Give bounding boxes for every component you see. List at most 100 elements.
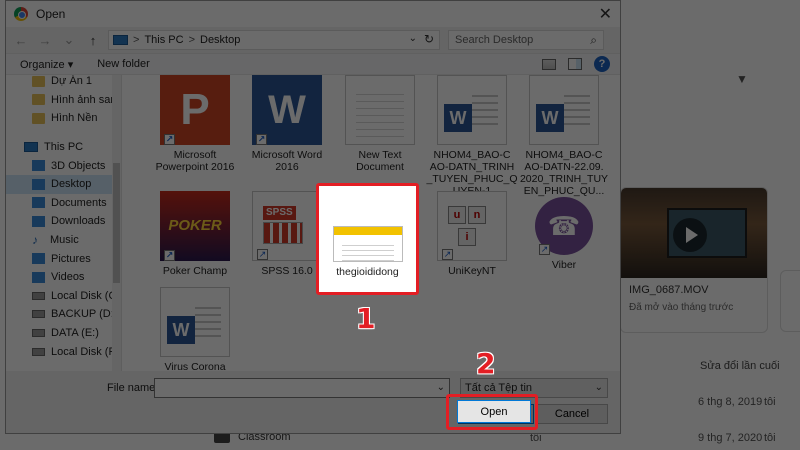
- help-icon[interactable]: ?: [594, 56, 610, 72]
- partial-card: [780, 270, 800, 332]
- caret-down-icon: ▼: [736, 72, 748, 86]
- column-header: Sửa đổi lần cuối: [700, 360, 780, 372]
- sidebar-item[interactable]: 3D Objects: [6, 156, 121, 175]
- open-dialog: Open ✕ ← → ⌄ ↑ > This PC > Desktop ⌄ ↻ S…: [5, 0, 621, 434]
- file-type-select[interactable]: Tất cả Tệp tin ⌄: [460, 378, 608, 398]
- word-icon: W ↗: [252, 75, 322, 145]
- sidebar-item[interactable]: Dự Án 1: [6, 75, 121, 91]
- file-item[interactable]: POKER ↗ Poker Champ: [149, 191, 241, 277]
- sidebar-item-label: Desktop: [51, 178, 92, 191]
- text-document-icon: [345, 75, 415, 145]
- sidebar-item[interactable]: Documents: [6, 194, 121, 213]
- sidebar-item[interactable]: ♪ Music: [6, 231, 121, 250]
- sidebar-item-label: Pictures: [51, 252, 91, 265]
- sidebar-item[interactable]: Desktop: [6, 174, 121, 194]
- organize-button[interactable]: Organize ▾: [20, 58, 73, 71]
- unikey-icon: u n i ↗: [437, 191, 507, 261]
- sidebar-item[interactable]: Local Disk (F:): [6, 342, 121, 361]
- close-button[interactable]: ✕: [599, 4, 612, 24]
- file-name: Microsoft Powerpoint 2016: [155, 149, 235, 173]
- poker-icon: POKER ↗: [160, 191, 230, 261]
- up-button[interactable]: ↑: [84, 31, 102, 49]
- dialog-body: Dự Án 1 Hình ảnh santiag Hình Nền This PC 3D…: [6, 75, 620, 371]
- file-item[interactable]: ☎ ↗ Viber: [518, 191, 610, 271]
- sidebar-item[interactable]: Downloads: [6, 212, 121, 231]
- file-name-label: File name:: [107, 382, 159, 394]
- address-bar[interactable]: > This PC > Desktop ⌄ ↻: [108, 30, 440, 50]
- open-button-highlighted[interactable]: Open: [457, 400, 531, 423]
- sidebar-item[interactable]: Videos: [6, 268, 121, 287]
- cancel-button[interactable]: Cancel: [536, 404, 608, 424]
- dialog-title: Open: [36, 7, 66, 21]
- file-item[interactable]: New Text Document: [334, 75, 426, 173]
- breadcrumb-desktop[interactable]: Desktop: [200, 34, 240, 46]
- new-folder-button[interactable]: New folder: [97, 58, 150, 70]
- word-document-icon: W: [160, 287, 230, 357]
- file-item[interactable]: P ↗ Microsoft Powerpoint 2016: [149, 75, 241, 173]
- sidebar-item[interactable]: Hình ảnh santiag: [6, 91, 121, 110]
- file-name: UniKeyNT: [448, 265, 496, 277]
- file-name: NHOM4_BAO-C AO-DATN-22.09. 2020_TRINH_TU…: [519, 149, 609, 197]
- shortcut-arrow-icon: ↗: [164, 134, 175, 145]
- sidebar-item-label: This PC: [44, 141, 84, 154]
- computer-icon: [24, 142, 38, 153]
- desktop-icon: [32, 178, 45, 190]
- sidebar-item[interactable]: DATA (E:): [6, 324, 121, 343]
- navigation-pane[interactable]: Dự Án 1 Hình ảnh santiag Hình Nền This PC 3D…: [6, 75, 122, 371]
- step-2-annotation: 2: [476, 347, 496, 380]
- file-name: Virus Corona: [164, 361, 226, 371]
- video-thumbnail: [621, 188, 767, 278]
- row-date: 9 thg 7, 2020: [698, 432, 763, 444]
- music-icon: ♪: [32, 233, 38, 248]
- sidebar-item-label: Documents: [51, 196, 107, 209]
- disk-icon: [32, 347, 45, 356]
- refresh-icon[interactable]: ↻: [424, 32, 434, 46]
- file-item[interactable]: W NHOM4_BAO-C AO-DATN-22.09. 2020_TRINH_T…: [518, 75, 610, 197]
- file-name: Microsoft Word 2016: [251, 149, 323, 173]
- row-owner: tôi: [764, 432, 776, 444]
- search-input[interactable]: Search Desktop ⌕: [448, 30, 604, 50]
- sidebar-item-label: BACKUP (D:): [51, 308, 118, 321]
- sidebar-item-label: 3D Objects: [51, 159, 106, 172]
- file-item[interactable]: W NHOM4_BAO-C AO-DATN_TRINH _TUYEN_PHUC_Q…: [426, 75, 518, 197]
- chevron-down-icon: ⌄: [594, 382, 603, 393]
- file-item[interactable]: W ↗ Microsoft Word 2016: [241, 75, 333, 173]
- back-button[interactable]: ←: [12, 31, 30, 49]
- file-item[interactable]: u n i ↗ UniKeyNT: [426, 191, 518, 277]
- breadcrumb-this-pc[interactable]: This PC: [144, 34, 183, 46]
- navigation-bar: ← → ⌄ ↑ > This PC > Desktop ⌄ ↻ Search D…: [6, 27, 620, 53]
- sidebar-scrollbar[interactable]: [112, 75, 121, 371]
- sidebar-item-label: Music: [50, 234, 79, 247]
- chevron-down-icon[interactable]: ⌄: [409, 33, 417, 44]
- video-title: IMG_0687.MOV: [629, 284, 709, 296]
- viber-icon: ☎ ↗: [535, 197, 593, 255]
- file-name: NHOM4_BAO-C AO-DATN_TRINH _TUYEN_PHUC_Q …: [426, 149, 518, 197]
- recent-locations-button[interactable]: ⌄: [60, 31, 78, 49]
- highlighted-file-thegioididong[interactable]: thegioididong: [316, 183, 419, 295]
- search-icon: ⌕: [590, 33, 597, 47]
- forward-button[interactable]: →: [36, 31, 54, 49]
- preview-pane-icon[interactable]: [568, 58, 582, 70]
- sidebar-item[interactable]: Pictures: [6, 249, 121, 268]
- sidebar-item[interactable]: Hình Nền: [6, 109, 121, 128]
- title-bar: Open ✕: [6, 1, 620, 27]
- file-item[interactable]: thegioididong: [325, 206, 410, 278]
- file-name: New Text Document: [356, 149, 404, 173]
- shortcut-arrow-icon: ↗: [539, 244, 550, 255]
- chevron-down-icon[interactable]: ⌄: [437, 382, 445, 393]
- image-thumbnail-icon: [332, 226, 403, 262]
- sidebar-item[interactable]: Local Disk (C:): [6, 287, 121, 306]
- file-item[interactable]: W Virus Corona: [149, 287, 241, 371]
- shortcut-arrow-icon: ↗: [164, 250, 175, 261]
- spss-icon: SPSS ↗: [252, 191, 322, 261]
- sidebar-item[interactable]: BACKUP (D:): [6, 305, 121, 324]
- video-card: IMG_0687.MOV Đã mở vào tháng trước: [620, 187, 768, 333]
- sidebar-item-label: Videos: [51, 271, 85, 284]
- disk-icon: [32, 291, 45, 300]
- word-document-icon: W: [437, 75, 507, 145]
- file-name-input[interactable]: ⌄: [154, 378, 450, 398]
- word-document-icon: W: [529, 75, 599, 145]
- change-view-icon[interactable]: [542, 58, 556, 70]
- sidebar-item-label: Downloads: [51, 215, 106, 228]
- sidebar-item[interactable]: This PC: [6, 138, 121, 157]
